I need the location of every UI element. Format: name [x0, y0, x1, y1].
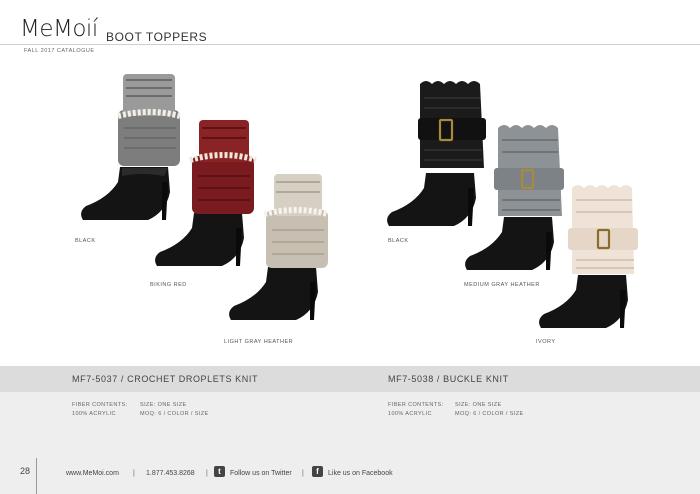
website-link[interactable]: www.MeMoi.com	[66, 470, 119, 477]
catalogue-label: FALL 2017 CATALOGUE	[24, 48, 95, 54]
fiber-value: 100% ACRYLIC	[72, 411, 116, 417]
page-header: MeMoií BOOT TOPPERS FALL 2017 CATALOGUE	[0, 0, 700, 60]
footer-divider	[36, 458, 37, 494]
facebook-icon[interactable]: f	[312, 466, 323, 477]
facebook-link[interactable]: Like us on Facebook	[328, 470, 393, 477]
product-title-crochet: MF7-5037 / CROCHET DROPLETS KNIT	[72, 374, 259, 384]
size-moq-buckle: SIZE: ONE SIZE MOQ: 6 / COLOR / SIZE	[455, 401, 524, 419]
boot-ivory-buckle	[539, 185, 638, 328]
footer-separator: |	[206, 470, 208, 477]
footer-separator: |	[302, 470, 304, 477]
color-label-light-gray-heather: LIGHT GRAY HEATHER	[224, 339, 294, 345]
color-label-black: BLACK	[75, 238, 96, 244]
size-value: SIZE: ONE SIZE	[140, 402, 187, 408]
product-title-buckle: MF7-5038 / BUCKLE KNIT	[388, 374, 509, 384]
twitter-link[interactable]: Follow us on Twitter	[230, 470, 292, 477]
moq-value: MOQ: 6 / COLOR / SIZE	[455, 411, 524, 417]
section-title: BOOT TOPPERS	[106, 30, 208, 44]
page-number: 28	[20, 466, 31, 476]
color-label-biking-red: BIKING RED	[150, 282, 187, 288]
fiber-label: FIBER CONTENTS:	[388, 402, 444, 408]
moq-value: MOQ: 6 / COLOR / SIZE	[140, 411, 209, 417]
fiber-label: FIBER CONTENTS:	[72, 402, 128, 408]
color-label-black-buckle: BLACK	[388, 238, 409, 244]
header-divider	[0, 44, 700, 45]
fiber-contents-crochet: FIBER CONTENTS: 100% ACRYLIC	[72, 401, 128, 419]
color-label-ivory: IVORY	[536, 339, 556, 345]
color-label-medium-gray-heather: MEDIUM GRAY HEATHER	[464, 282, 540, 288]
brand-logo: MeMoií	[20, 16, 98, 42]
size-moq-crochet: SIZE: ONE SIZE MOQ: 6 / COLOR / SIZE	[140, 401, 209, 419]
fiber-contents-buckle: FIBER CONTENTS: 100% ACRYLIC	[388, 401, 444, 419]
footer-separator: |	[133, 470, 135, 477]
twitter-icon[interactable]: t	[214, 466, 225, 477]
phone-number: 1.877.453.8268	[146, 470, 195, 477]
size-value: SIZE: ONE SIZE	[455, 402, 502, 408]
boot-light-gray-crochet	[229, 174, 329, 320]
fiber-value: 100% ACRYLIC	[388, 411, 432, 417]
